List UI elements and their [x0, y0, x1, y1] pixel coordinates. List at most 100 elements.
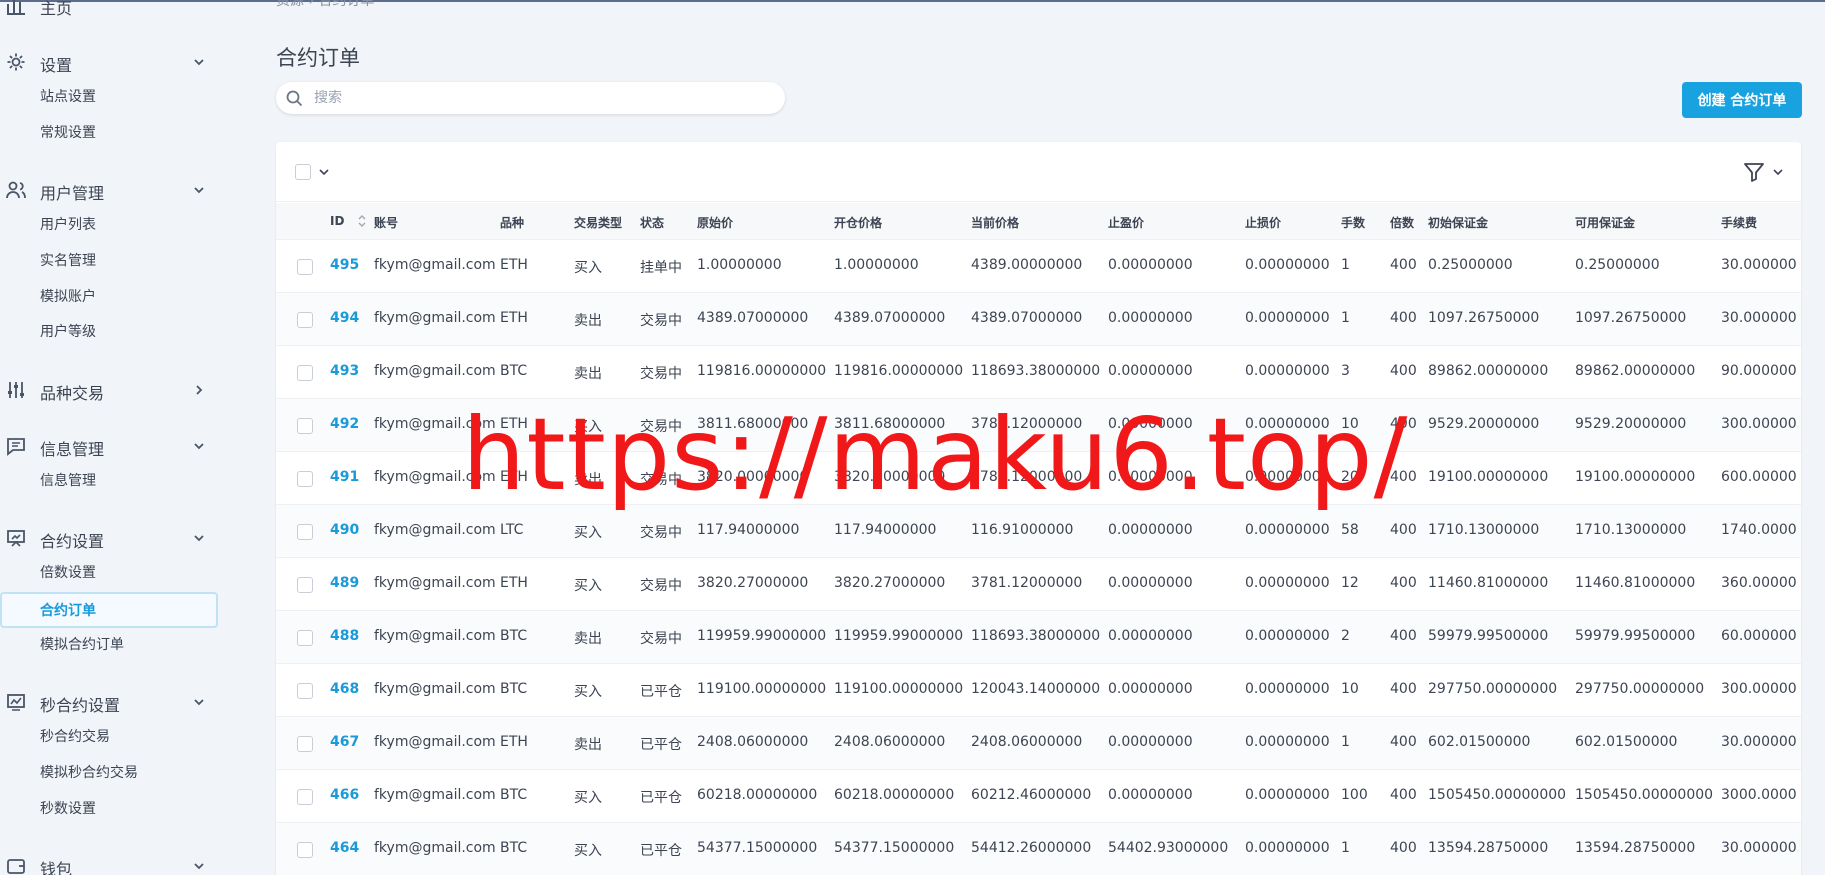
- table-row[interactable]: 489 fkym@gmail.com ETH 买入 交易中 3820.27000000 38…: [276, 558, 1801, 611]
- table-cell: 400: [1390, 840, 1417, 856]
- table-cell: ETH: [500, 734, 528, 750]
- order-id-link[interactable]: 491: [330, 469, 359, 485]
- table-toolbar: [276, 142, 1801, 202]
- table-cell: 3: [1341, 363, 1350, 379]
- table-cell: 2408.06000000: [697, 734, 809, 750]
- column-header: 账号: [374, 216, 399, 230]
- chevron-right-icon: [196, 385, 203, 395]
- sidebar-item-seconds-settings[interactable]: 秒数设置: [40, 799, 96, 819]
- nav-group-wallet[interactable]: 钱包: [0, 847, 228, 875]
- sidebar-item-seconds-trading[interactable]: 秒合约交易: [40, 727, 110, 747]
- sidebar-item-demo-accounts[interactable]: 模拟账户: [40, 287, 96, 307]
- table-row[interactable]: 466 fkym@gmail.com BTC 买入 已平仓 60218.00000000 6…: [276, 770, 1801, 823]
- table-cell: fkym@gmail.com: [374, 787, 496, 803]
- nav-group-info[interactable]: 信息管理: [0, 427, 228, 463]
- order-id-link[interactable]: 490: [330, 522, 359, 538]
- order-id-link[interactable]: 495: [330, 257, 359, 273]
- table-row[interactable]: 467 fkym@gmail.com ETH 卖出 已平仓 2408.06000000 24…: [276, 717, 1801, 770]
- sidebar-item-general-settings[interactable]: 常规设置: [40, 123, 96, 143]
- nav-group-settings[interactable]: 设置: [0, 43, 228, 79]
- order-id-link[interactable]: 489: [330, 575, 359, 591]
- table-row[interactable]: 493 fkym@gmail.com BTC 卖出 交易中 119816.00000000…: [276, 346, 1801, 399]
- order-id-link[interactable]: 464: [330, 840, 359, 856]
- order-id-link[interactable]: 468: [330, 681, 359, 697]
- table-row[interactable]: 494 fkym@gmail.com ETH 卖出 交易中 4389.07000000 43…: [276, 293, 1801, 346]
- table-cell: 买入: [574, 578, 602, 594]
- nav-group-contract[interactable]: 合约设置: [0, 519, 228, 555]
- sidebar-item-user-list[interactable]: 用户列表: [40, 215, 96, 235]
- table-cell: 119100.00000000: [697, 681, 827, 697]
- chevron-down-icon: [194, 59, 204, 66]
- table-cell: 60.000000: [1721, 628, 1797, 644]
- order-id-link[interactable]: 488: [330, 628, 359, 644]
- table-cell: BTC: [500, 628, 528, 644]
- sliders-icon: [8, 382, 24, 398]
- table-cell: 交易中: [640, 366, 682, 382]
- table-cell: 4389.00000000: [971, 257, 1083, 273]
- sidebar-item-demo-seconds-trading[interactable]: 模拟秒合约交易: [40, 763, 138, 783]
- nav-group-trading[interactable]: 品种交易: [0, 371, 228, 407]
- nav-group-seconds[interactable]: 秒合约设置: [0, 683, 228, 719]
- table-cell: 118693.38000000: [971, 628, 1101, 644]
- table-cell: 119816.00000000: [697, 363, 827, 379]
- order-id-link[interactable]: 492: [330, 416, 359, 432]
- wallet-icon: [7, 859, 25, 874]
- order-id-link[interactable]: 493: [330, 363, 359, 379]
- table-cell: 89862.00000000: [1428, 363, 1549, 379]
- column-header: 状态: [640, 216, 665, 230]
- row-checkbox[interactable]: [297, 789, 313, 805]
- table-row[interactable]: 468 fkym@gmail.com BTC 买入 已平仓 119100.00000000…: [276, 664, 1801, 717]
- sidebar-item-info-management[interactable]: 信息管理: [40, 471, 96, 491]
- sidebar-item-demo-contract-orders[interactable]: 模拟合约订单: [40, 635, 124, 655]
- row-checkbox[interactable]: [297, 471, 313, 487]
- row-checkbox[interactable]: [297, 418, 313, 434]
- order-id-link[interactable]: 494: [330, 310, 359, 326]
- watermark-text: https://maku6.top/: [462, 396, 1409, 513]
- table-row[interactable]: 495 fkym@gmail.com ETH 买入 挂单中 1.00000000 1.000…: [276, 240, 1801, 293]
- column-header: 倍数: [1390, 216, 1415, 230]
- row-checkbox[interactable]: [297, 365, 313, 381]
- chevron-down-icon: [194, 187, 204, 194]
- sidebar-item-multiplier-settings[interactable]: 倍数设置: [40, 563, 96, 583]
- table-cell: 59979.99500000: [1428, 628, 1549, 644]
- select-all-checkbox[interactable]: [295, 164, 311, 180]
- nav-group-users[interactable]: 用户管理: [0, 171, 228, 207]
- chevron-down-icon: [194, 699, 204, 706]
- nav-home[interactable]: 主页: [0, 0, 228, 22]
- create-contract-order-button[interactable]: 创建 合约订单: [1682, 82, 1802, 118]
- sidebar-item-user-levels[interactable]: 用户等级: [40, 322, 96, 342]
- table-cell: 0.00000000: [1245, 257, 1330, 273]
- table-row[interactable]: 488 fkym@gmail.com BTC 卖出 交易中 119959.99000000…: [276, 611, 1801, 664]
- sidebar-item-site-settings[interactable]: 站点设置: [40, 87, 96, 107]
- table-cell: fkym@gmail.com: [374, 628, 496, 644]
- row-checkbox[interactable]: [297, 842, 313, 858]
- sort-icon[interactable]: [357, 213, 367, 229]
- breadcrumb-item[interactable]: 资源: [276, 0, 304, 9]
- filter-icon[interactable]: [1742, 160, 1766, 184]
- table-cell: 卖出: [574, 366, 602, 382]
- table-row[interactable]: 464 fkym@gmail.com BTC 买入 已平仓 54377.15000000 5…: [276, 823, 1801, 875]
- row-checkbox[interactable]: [297, 630, 313, 646]
- order-id-link[interactable]: 466: [330, 787, 359, 803]
- table-cell: 10: [1341, 681, 1359, 697]
- row-checkbox[interactable]: [297, 736, 313, 752]
- sidebar-item-contract-orders[interactable]: [0, 592, 218, 628]
- table-cell: 买入: [574, 843, 602, 859]
- row-checkbox[interactable]: [297, 577, 313, 593]
- order-id-link[interactable]: 467: [330, 734, 359, 750]
- nav-group-label: 用户管理: [40, 184, 105, 203]
- row-checkbox[interactable]: [297, 524, 313, 540]
- row-checkbox[interactable]: [297, 312, 313, 328]
- chevron-down-icon[interactable]: [318, 166, 330, 178]
- table-cell: 600.00000: [1721, 469, 1797, 485]
- table-cell: 2408.06000000: [971, 734, 1083, 750]
- sidebar-item-kyc[interactable]: 实名管理: [40, 251, 96, 271]
- search-input[interactable]: [314, 86, 774, 110]
- row-checkbox[interactable]: [297, 683, 313, 699]
- row-checkbox[interactable]: [297, 259, 313, 275]
- table-cell: fkym@gmail.com: [374, 257, 496, 273]
- table-cell: 2: [1341, 628, 1350, 644]
- table-cell: 90.000000: [1721, 363, 1797, 379]
- column-header[interactable]: ID: [330, 214, 344, 228]
- chevron-down-icon[interactable]: [1772, 166, 1784, 178]
